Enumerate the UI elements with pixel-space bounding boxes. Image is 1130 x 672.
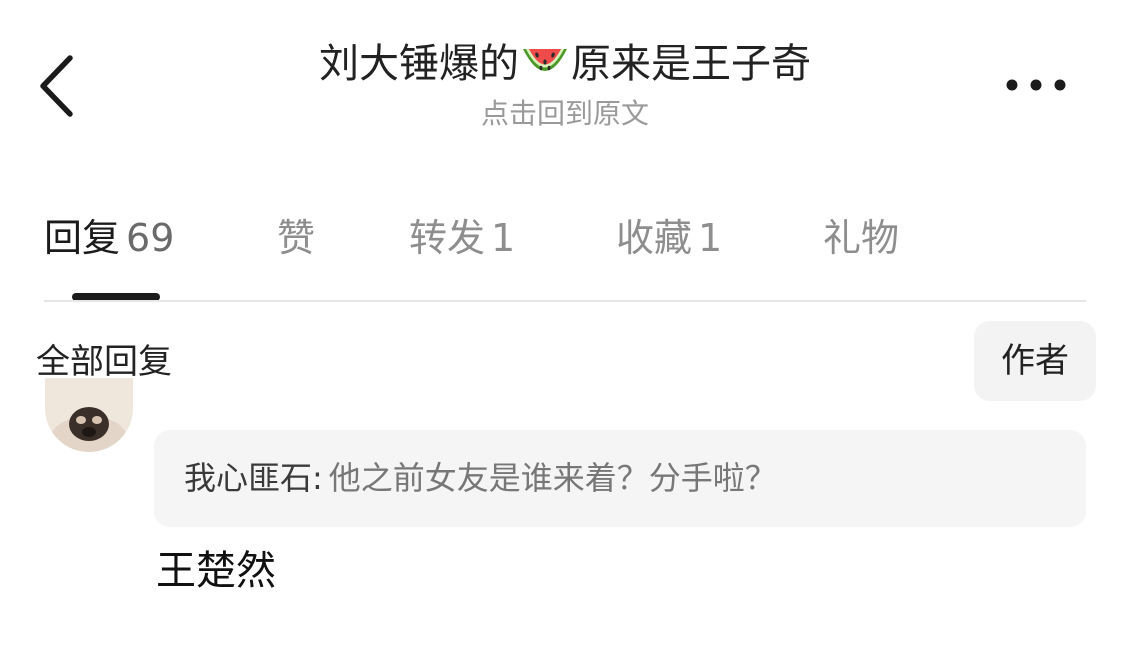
- tabs-divider: [44, 300, 1086, 302]
- tab-favorites[interactable]: 收藏 1: [616, 212, 722, 264]
- tab-reposts[interactable]: 转发 1: [409, 212, 515, 264]
- user-avatar-icon: [45, 378, 133, 452]
- tab-label: 回复: [44, 216, 121, 260]
- more-button[interactable]: [998, 64, 1074, 106]
- avatar[interactable]: [45, 378, 133, 452]
- tab-count: 1: [698, 216, 723, 260]
- tab-label: 转发: [409, 216, 486, 260]
- author-filter-button[interactable]: 作者: [974, 321, 1096, 401]
- quoted-comment-text: 我心匪石: 他之前女友是谁来着？分手啦？: [184, 456, 777, 500]
- tab-replies[interactable]: 回复 69: [44, 212, 174, 264]
- page-title: 刘大锤爆的 原来是王子奇: [0, 36, 1130, 92]
- tab-gifts[interactable]: 礼物: [823, 212, 899, 264]
- title-area: 刘大锤爆的 原来是王子奇 点击回到原文: [0, 36, 1130, 134]
- quoted-comment[interactable]: 我心匪石: 他之前女友是谁来着？分手啦？: [154, 430, 1086, 527]
- title-text-end: 原来是王子奇: [571, 41, 811, 87]
- tab-likes[interactable]: 赞: [277, 212, 315, 264]
- watermelon-emoji-icon: [521, 42, 569, 82]
- quote-separator: :: [312, 459, 323, 497]
- tab-bar: 回复 69 赞 转发 1 收藏 1 礼物: [44, 198, 1086, 302]
- tab-count: 69: [126, 216, 175, 260]
- quoted-body: 他之前女友是谁来着？分手啦？: [328, 459, 777, 497]
- tab-count: 1: [491, 216, 516, 260]
- title-text-start: 刘大锤爆的: [319, 41, 519, 87]
- quoted-username[interactable]: 我心匪石: [184, 459, 312, 497]
- top-bar: 刘大锤爆的 原来是王子奇 点击回到原文: [0, 0, 1130, 160]
- more-horizontal-icon: [1006, 79, 1066, 91]
- reply-text: 王楚然: [156, 548, 276, 594]
- tab-label: 礼物: [823, 216, 900, 260]
- tab-label: 收藏: [616, 216, 693, 260]
- tab-label: 赞: [277, 216, 316, 260]
- back-to-original-link[interactable]: 点击回到原文: [0, 94, 1130, 134]
